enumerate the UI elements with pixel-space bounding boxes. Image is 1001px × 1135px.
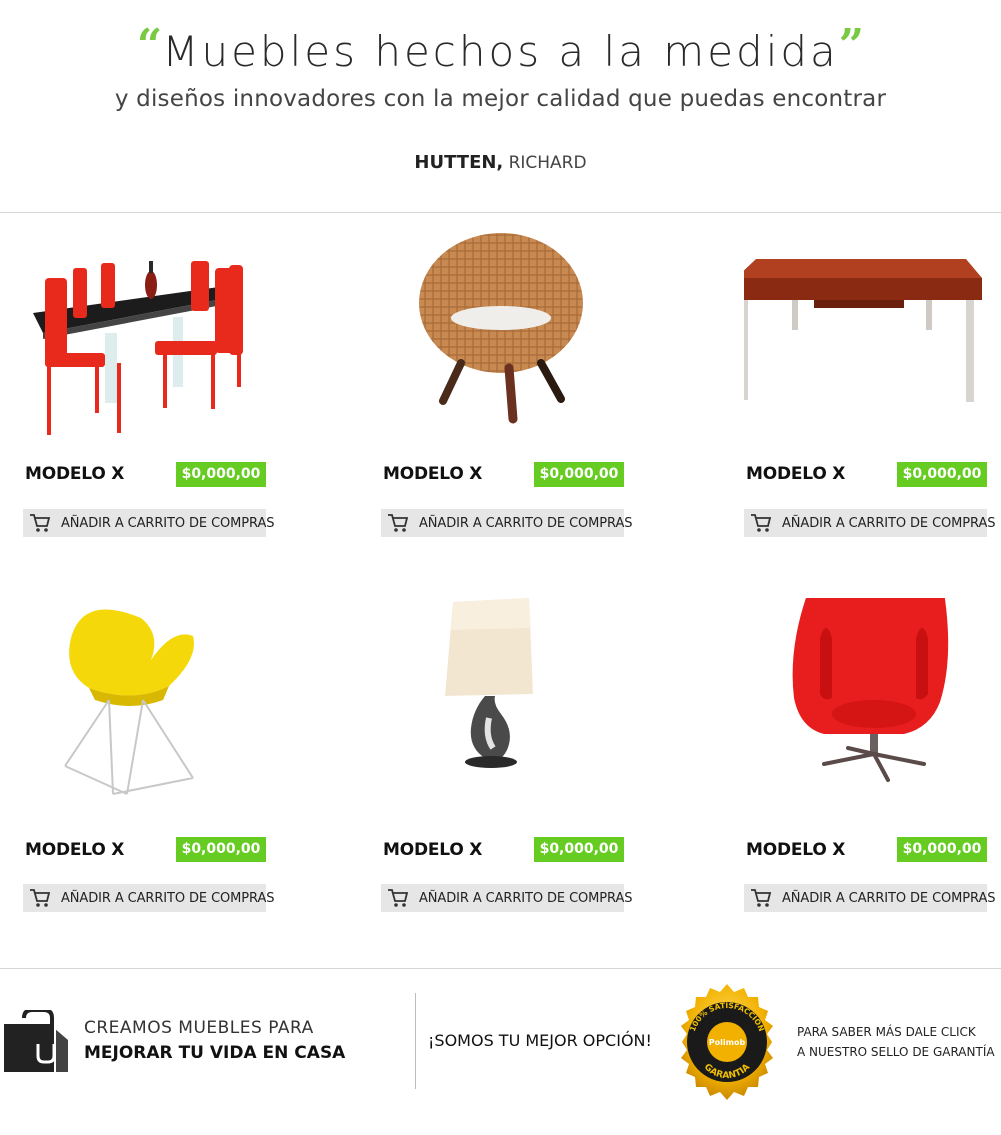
add-to-cart-button[interactable]: AÑADIR A CARRITO DE COMPRAS: [23, 509, 275, 537]
open-quote-icon: “: [136, 20, 163, 71]
price-badge: $0,000,00: [897, 462, 987, 487]
author: HUTTEN, RICHARD: [0, 152, 1001, 174]
product-name: MODELO X: [383, 840, 483, 860]
product-card: MODELO X $0,000,00 AÑADIR A CARRITO DE C…: [381, 223, 641, 543]
shopping-bag-icon: [2, 1008, 72, 1074]
product-card: MODELO X $0,000,00 AÑADIR A CARRITO DE C…: [744, 598, 1001, 918]
footer-tagline-top: CREAMOS MUEBLES PARA: [84, 1018, 314, 1038]
seal-info-line1[interactable]: PARA SABER MÁS DALE CLICK: [797, 1025, 976, 1039]
hero-subtitle: y diseños innovadores con la mejor calid…: [114, 86, 887, 112]
wicker-chair-icon[interactable]: [381, 223, 641, 443]
table-lamp-icon[interactable]: [381, 598, 641, 818]
price-badge: $0,000,00: [534, 837, 624, 862]
footer-divider: [415, 993, 416, 1089]
add-to-cart-label: AÑADIR A CARRITO DE COMPRAS: [782, 515, 996, 531]
hero-section: “Muebles hechos a la medida” y diseños i…: [0, 0, 1001, 212]
add-to-cart-label: AÑADIR A CARRITO DE COMPRAS: [419, 515, 633, 531]
dining-set-icon[interactable]: [23, 223, 283, 443]
product-card: MODELO X $0,000,00 AÑADIR A CARRITO DE C…: [744, 223, 1001, 543]
product-name: MODELO X: [746, 464, 846, 484]
author-first-name: RICHARD: [508, 153, 587, 173]
wood-table-icon[interactable]: [744, 223, 1001, 443]
seal-info-line2[interactable]: A NUESTRO SELLO DE GARANTÍA: [797, 1045, 995, 1059]
yellow-chair-icon[interactable]: [23, 608, 283, 828]
product-card: MODELO X $0,000,00 AÑADIR A CARRITO DE C…: [381, 598, 641, 918]
price-badge: $0,000,00: [897, 837, 987, 862]
hero-title-text: Muebles hechos a la medida: [162, 27, 839, 76]
hero-title: “Muebles hechos a la medida”: [0, 20, 1001, 77]
add-to-cart-label: AÑADIR A CARRITO DE COMPRAS: [419, 890, 633, 906]
cart-icon: [387, 513, 409, 533]
price-badge: $0,000,00: [534, 462, 624, 487]
add-to-cart-button[interactable]: AÑADIR A CARRITO DE COMPRAS: [381, 884, 633, 912]
add-to-cart-button[interactable]: AÑADIR A CARRITO DE COMPRAS: [744, 884, 996, 912]
cart-icon: [387, 888, 409, 908]
egg-chair-icon[interactable]: [744, 598, 1001, 818]
product-name: MODELO X: [25, 840, 125, 860]
add-to-cart-button[interactable]: AÑADIR A CARRITO DE COMPRAS: [381, 509, 633, 537]
product-card: MODELO X $0,000,00 AÑADIR A CARRITO DE C…: [23, 223, 283, 543]
add-to-cart-button[interactable]: AÑADIR A CARRITO DE COMPRAS: [23, 884, 275, 912]
price-badge: $0,000,00: [176, 462, 266, 487]
footer-slogan: ¡SOMOS TU MEJOR OPCIÓN!: [428, 1031, 652, 1050]
add-to-cart-button[interactable]: AÑADIR A CARRITO DE COMPRAS: [744, 509, 996, 537]
product-card: MODELO X $0,000,00 AÑADIR A CARRITO DE C…: [23, 608, 283, 928]
cart-icon: [750, 888, 772, 908]
cart-icon: [29, 513, 51, 533]
guarantee-seal-icon[interactable]: 100% SATISFACCIÓN Polimob GARANTIA: [667, 982, 787, 1100]
product-name: MODELO X: [383, 464, 483, 484]
price-badge: $0,000,00: [176, 837, 266, 862]
close-quote-icon: ”: [838, 20, 865, 71]
footer-tagline-bottom: MEJORAR TU VIDA EN CASA: [84, 1043, 346, 1063]
add-to-cart-label: AÑADIR A CARRITO DE COMPRAS: [61, 515, 275, 531]
add-to-cart-label: AÑADIR A CARRITO DE COMPRAS: [782, 890, 996, 906]
add-to-cart-label: AÑADIR A CARRITO DE COMPRAS: [61, 890, 275, 906]
divider: [0, 212, 1001, 213]
cart-icon: [29, 888, 51, 908]
author-last-name: HUTTEN,: [414, 152, 504, 173]
seal-brand: Polimob: [709, 1038, 746, 1047]
divider: [0, 968, 1001, 969]
product-name: MODELO X: [25, 464, 125, 484]
product-name: MODELO X: [746, 840, 846, 860]
cart-icon: [750, 513, 772, 533]
